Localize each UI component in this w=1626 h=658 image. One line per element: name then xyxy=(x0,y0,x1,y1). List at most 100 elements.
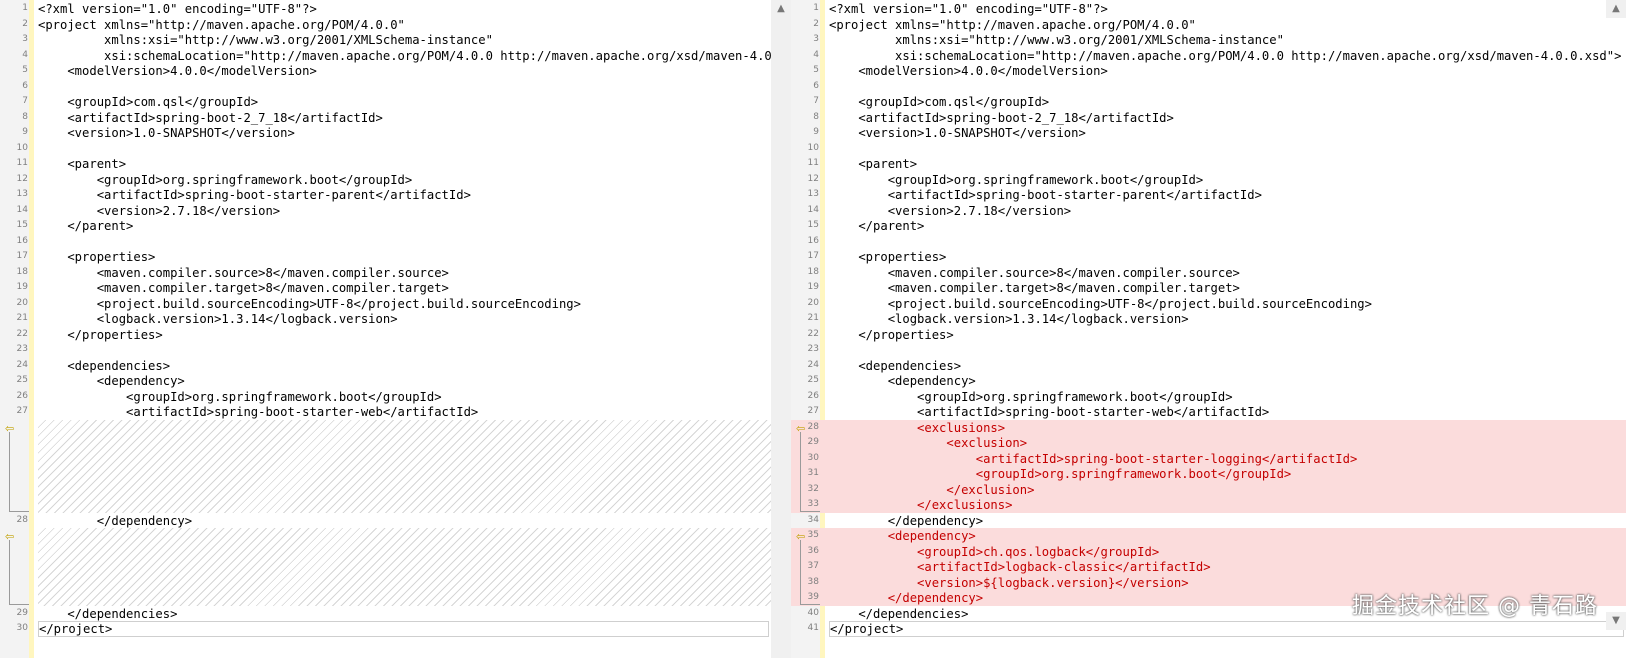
code-line[interactable]: 13 <artifactId>spring-boot-starter-paren… xyxy=(791,187,1626,203)
code-text[interactable] xyxy=(38,141,771,157)
code-text[interactable]: <maven.compiler.target>8</maven.compiler… xyxy=(38,280,771,296)
code-text[interactable]: <version>2.7.18</version> xyxy=(38,203,771,219)
code-line[interactable]: 3 xmlns:xsi="http://www.w3.org/2001/XMLS… xyxy=(0,32,771,48)
code-text[interactable]: <modelVersion>4.0.0</modelVersion> xyxy=(829,63,1626,79)
code-line[interactable]: 13 <artifactId>spring-boot-starter-paren… xyxy=(0,187,771,203)
code-line[interactable]: 19 <maven.compiler.target>8</maven.compi… xyxy=(791,280,1626,296)
code-line[interactable]: 15 </parent> xyxy=(791,218,1626,234)
code-line[interactable]: 22 </properties> xyxy=(0,327,771,343)
code-line[interactable]: 18 <maven.compiler.source>8</maven.compi… xyxy=(791,265,1626,281)
code-line[interactable]: 17 <properties> xyxy=(791,249,1626,265)
code-line[interactable]: 9 <version>1.0-SNAPSHOT</version> xyxy=(0,125,771,141)
code-text[interactable]: <artifactId>logback-classic</artifactId> xyxy=(829,559,1626,575)
code-line[interactable]: 17 <properties> xyxy=(0,249,771,265)
code-line[interactable]: 25 <dependency> xyxy=(791,373,1626,389)
code-text[interactable]: <dependency> xyxy=(829,373,1626,389)
code-text[interactable]: xmlns:xsi="http://www.w3.org/2001/XMLSch… xyxy=(829,32,1626,48)
code-line[interactable]: 2 <project xmlns="http://maven.apache.org… xyxy=(791,17,1626,33)
code-line[interactable]: 1 <?xml version="1.0" encoding="UTF-8"?> xyxy=(0,1,771,17)
code-text[interactable] xyxy=(829,141,1626,157)
code-line[interactable]: 4 xsi:schemaLocation="http://maven.apach… xyxy=(791,48,1626,64)
code-line[interactable]: 19 <maven.compiler.target>8</maven.compi… xyxy=(0,280,771,296)
code-line[interactable]: 8 <artifactId>spring-boot-2_7_18</artifa… xyxy=(0,110,771,126)
code-line[interactable]: 6 xyxy=(791,79,1626,95)
code-text[interactable]: <maven.compiler.source>8</maven.compiler… xyxy=(829,265,1626,281)
code-line[interactable]: 1 <?xml version="1.0" encoding="UTF-8"?> xyxy=(791,1,1626,17)
code-line[interactable]: 22 </properties> xyxy=(791,327,1626,343)
code-line[interactable]: 16 xyxy=(0,234,771,250)
code-line[interactable]: 8 <artifactId>spring-boot-2_7_18</artifa… xyxy=(791,110,1626,126)
code-line[interactable]: 28 <exclusions> xyxy=(791,419,1626,436)
code-line[interactable]: 2 <project xmlns="http://maven.apache.org… xyxy=(0,17,771,33)
code-line[interactable]: 24 <dependencies> xyxy=(0,358,771,374)
code-line[interactable]: 5 <modelVersion>4.0.0</modelVersion> xyxy=(0,63,771,79)
code-line[interactable]: 27 <artifactId>spring-boot-starter-web</… xyxy=(0,404,771,420)
code-text[interactable]: <properties> xyxy=(38,249,771,265)
arrow-left-icon[interactable]: ⇦ xyxy=(5,531,17,542)
code-text[interactable]: <artifactId>spring-boot-starter-parent</… xyxy=(38,187,771,203)
code-line[interactable]: 30 <artifactId>spring-boot-starter-loggi… xyxy=(791,450,1626,467)
code-line[interactable]: 20 <project.build.sourceEncoding>UTF-8</… xyxy=(0,296,771,312)
code-text[interactable]: </exclusions> xyxy=(829,497,1626,513)
code-line[interactable]: 24 <dependencies> xyxy=(791,358,1626,374)
code-line[interactable]: 16 xyxy=(791,234,1626,250)
code-text[interactable]: </parent> xyxy=(829,218,1626,234)
arrow-left-icon[interactable]: ⇦ xyxy=(796,423,808,434)
code-text[interactable]: xsi:schemaLocation="http://maven.apache.… xyxy=(38,48,771,64)
code-line[interactable]: 33 </exclusions> xyxy=(791,497,1626,513)
left-scrollbar[interactable]: ▲ xyxy=(771,0,791,658)
code-line[interactable]: 11 <parent> xyxy=(791,156,1626,172)
code-text[interactable] xyxy=(829,234,1626,250)
scroll-up-icon[interactable]: ▲ xyxy=(1606,0,1626,18)
code-text[interactable]: <groupId>org.springframework.boot</group… xyxy=(829,466,1626,482)
code-line[interactable]: 14 <version>2.7.18</version> xyxy=(791,203,1626,219)
code-text[interactable]: <groupId>org.springframework.boot</group… xyxy=(38,389,771,405)
code-text[interactable]: </properties> xyxy=(38,327,771,343)
code-line[interactable]: 6 xyxy=(0,79,771,95)
code-text[interactable]: </parent> xyxy=(38,218,771,234)
arrow-left-icon[interactable]: ⇦ xyxy=(796,531,808,542)
code-line[interactable]: 25 <dependency> xyxy=(0,373,771,389)
code-text[interactable]: <dependencies> xyxy=(829,358,1626,374)
code-text[interactable]: <version>2.7.18</version> xyxy=(829,203,1626,219)
code-text[interactable]: <artifactId>spring-boot-starter-web</art… xyxy=(829,404,1626,420)
code-text[interactable] xyxy=(38,79,771,95)
code-text[interactable]: <groupId>org.springframework.boot</group… xyxy=(829,172,1626,188)
code-text[interactable]: <modelVersion>4.0.0</modelVersion> xyxy=(38,63,771,79)
code-line[interactable]: 28 </dependency> xyxy=(0,513,771,529)
code-line[interactable]: 9 <version>1.0-SNAPSHOT</version> xyxy=(791,125,1626,141)
left-editor-pane[interactable]: 1 <?xml version="1.0" encoding="UTF-8"?> 2… xyxy=(0,0,771,658)
code-text[interactable]: <parent> xyxy=(38,156,771,172)
code-text[interactable]: <artifactId>spring-boot-starter-web</art… xyxy=(38,404,771,420)
code-text[interactable]: <version>1.0-SNAPSHOT</version> xyxy=(829,125,1626,141)
code-text[interactable]: <artifactId>spring-boot-2_7_18</artifact… xyxy=(38,110,771,126)
code-text[interactable]: <groupId>com.qsl</groupId> xyxy=(829,94,1626,110)
code-line[interactable]: 10 xyxy=(791,141,1626,157)
code-text[interactable]: </dependency> xyxy=(829,513,1626,529)
code-line[interactable]: 23 xyxy=(791,342,1626,358)
code-line[interactable]: 20 <project.build.sourceEncoding>UTF-8</… xyxy=(791,296,1626,312)
code-text[interactable]: <dependencies> xyxy=(38,358,771,374)
code-line[interactable]: 5 <modelVersion>4.0.0</modelVersion> xyxy=(791,63,1626,79)
code-line[interactable]: 21 <logback.version>1.3.14</logback.vers… xyxy=(0,311,771,327)
code-line[interactable]: 34 </dependency> xyxy=(791,513,1626,529)
code-line[interactable]: 7 <groupId>com.qsl</groupId> xyxy=(0,94,771,110)
code-line[interactable]: 14 <version>2.7.18</version> xyxy=(0,203,771,219)
code-text[interactable]: </dependency> xyxy=(38,513,771,529)
code-text[interactable]: <groupId>ch.qos.logback</groupId> xyxy=(829,544,1626,560)
arrow-left-icon[interactable]: ⇦ xyxy=(5,423,17,434)
code-text[interactable] xyxy=(38,234,771,250)
code-line[interactable]: 18 <maven.compiler.source>8</maven.compi… xyxy=(0,265,771,281)
code-text[interactable]: </properties> xyxy=(829,327,1626,343)
code-text[interactable] xyxy=(829,342,1626,358)
code-line[interactable]: 29 </dependencies> xyxy=(0,606,771,622)
code-text[interactable]: <dependency> xyxy=(829,528,1626,544)
code-text[interactable]: </project> xyxy=(38,621,769,637)
scroll-down-icon[interactable]: ▼ xyxy=(1606,612,1626,630)
code-line[interactable]: 23 xyxy=(0,342,771,358)
code-line[interactable]: 12 <groupId>org.springframework.boot</gr… xyxy=(0,172,771,188)
code-text[interactable]: </project> xyxy=(829,621,1624,637)
code-line[interactable]: 41 </project> xyxy=(791,621,1626,637)
code-text[interactable]: </exclusion> xyxy=(829,482,1626,498)
code-text[interactable]: </dependencies> xyxy=(38,606,771,622)
